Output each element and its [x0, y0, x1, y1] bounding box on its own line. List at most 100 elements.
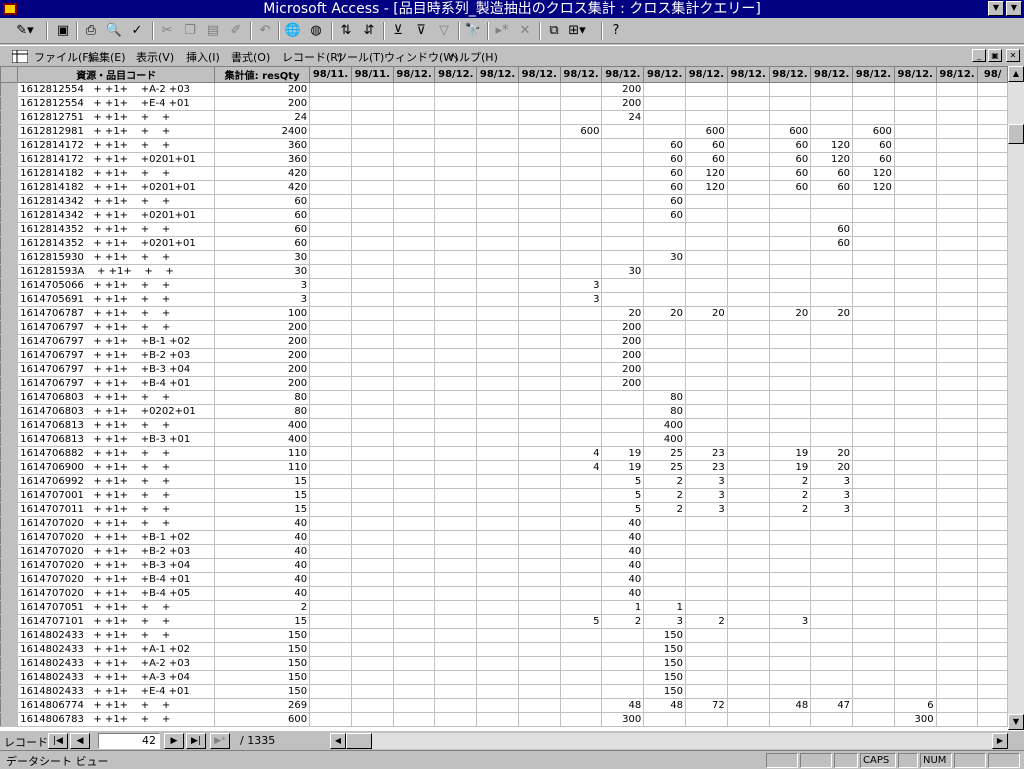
- cell-value[interactable]: [309, 390, 352, 405]
- cell-value[interactable]: [351, 306, 394, 321]
- table-row[interactable]: 1614706797 + +1+ +B-2 +03 200 200: [0, 348, 1008, 363]
- cell-code[interactable]: 1614802433 + +1+ +A-3 +04: [17, 670, 216, 685]
- cell-value[interactable]: [977, 166, 1008, 181]
- cell-value[interactable]: [476, 166, 519, 181]
- cell-value[interactable]: [518, 712, 561, 727]
- cell-value[interactable]: [309, 530, 352, 545]
- cell-value[interactable]: [518, 278, 561, 293]
- cell-value[interactable]: [852, 96, 895, 111]
- cell-value[interactable]: 120: [852, 180, 895, 195]
- cell-value[interactable]: [685, 670, 728, 685]
- cell-value[interactable]: [894, 628, 937, 643]
- table-row[interactable]: 1614707020 + +1+ + +40 40: [0, 516, 1008, 531]
- table-row[interactable]: 1614706900 + +1+ + +110 4 19 25 23 19 20: [0, 460, 1008, 475]
- cell-value[interactable]: 60: [810, 180, 854, 195]
- cell-value[interactable]: [769, 586, 812, 601]
- cell-value[interactable]: [894, 572, 937, 587]
- cell-value[interactable]: [810, 418, 854, 433]
- cell-value[interactable]: [351, 488, 394, 503]
- cell-value[interactable]: [518, 460, 561, 475]
- cell-value[interactable]: [936, 474, 979, 489]
- cell-value[interactable]: [810, 670, 854, 685]
- cell-value[interactable]: [476, 152, 519, 167]
- table-row[interactable]: 1612814172 + +1+ +0201+01 360 60 60 60 120 60: [0, 152, 1008, 167]
- cell-value[interactable]: [769, 544, 812, 559]
- cell-value[interactable]: [685, 376, 728, 391]
- cell-value[interactable]: [936, 292, 979, 307]
- cell-value[interactable]: [852, 544, 895, 559]
- cell-value[interactable]: [727, 362, 770, 377]
- cell-value[interactable]: [936, 208, 979, 223]
- cell-value[interactable]: [852, 628, 895, 643]
- cell-value[interactable]: [518, 110, 561, 125]
- cell-value[interactable]: [685, 334, 728, 349]
- table-row[interactable]: 1612814172 + +1+ + +360 60 60 60 120 60: [0, 138, 1008, 153]
- cell-value[interactable]: [476, 670, 519, 685]
- cell-value[interactable]: [894, 670, 937, 685]
- cell-value[interactable]: [769, 600, 812, 615]
- cell-value[interactable]: [936, 250, 979, 265]
- cell-value[interactable]: [434, 250, 478, 265]
- cell-value[interactable]: [518, 670, 561, 685]
- cell-value[interactable]: [727, 138, 770, 153]
- cell-value[interactable]: [977, 320, 1008, 335]
- cell-value[interactable]: [434, 516, 478, 531]
- cell-value[interactable]: [518, 390, 561, 405]
- cell-value[interactable]: [476, 446, 519, 461]
- row-selector[interactable]: [0, 418, 19, 433]
- cell-value[interactable]: 25: [643, 460, 686, 475]
- cell-value[interactable]: [727, 446, 770, 461]
- save-icon[interactable]: ▣: [52, 21, 74, 42]
- cell-value[interactable]: [894, 82, 937, 97]
- table-row[interactable]: 1612815930 + +1+ + +30 30: [0, 250, 1008, 265]
- cell-value[interactable]: [643, 320, 686, 335]
- cell-code[interactable]: 1612812554 + +1+ +E-4 +01: [17, 96, 216, 111]
- cell-value[interactable]: [894, 222, 937, 237]
- vertical-scroll-thumb[interactable]: [1008, 124, 1024, 144]
- row-selector[interactable]: [0, 628, 19, 643]
- row-selector[interactable]: [0, 432, 19, 447]
- cell-value[interactable]: [351, 180, 394, 195]
- cell-value[interactable]: [977, 586, 1008, 601]
- cell-value[interactable]: [601, 194, 645, 209]
- cell-value[interactable]: [727, 614, 770, 629]
- cell-value[interactable]: [894, 362, 937, 377]
- cell-value[interactable]: [977, 306, 1008, 321]
- cell-total[interactable]: 100: [214, 306, 311, 321]
- cell-value[interactable]: [393, 432, 436, 447]
- cell-value[interactable]: [476, 194, 519, 209]
- cell-value[interactable]: [685, 516, 728, 531]
- cell-value[interactable]: [977, 544, 1008, 559]
- cell-value[interactable]: [727, 516, 770, 531]
- cell-value[interactable]: [309, 418, 352, 433]
- cell-value[interactable]: [685, 348, 728, 363]
- cell-value[interactable]: [601, 292, 645, 307]
- cell-value[interactable]: [351, 544, 394, 559]
- cell-value[interactable]: [476, 208, 519, 223]
- cell-value[interactable]: [936, 166, 979, 181]
- cell-value[interactable]: [434, 530, 478, 545]
- menu-help[interactable]: ヘルプ(H): [448, 49, 498, 65]
- table-row[interactable]: 1614707001 + +1+ + +15 5 2 3 2 3: [0, 488, 1008, 503]
- cell-value[interactable]: 48: [643, 698, 686, 713]
- cell-value[interactable]: [894, 236, 937, 251]
- table-row[interactable]: 1614802433 + +1+ +A-1 +02 150 150: [0, 642, 1008, 657]
- cell-value[interactable]: [434, 96, 478, 111]
- cell-value[interactable]: [894, 642, 937, 657]
- cell-value[interactable]: [476, 180, 519, 195]
- table-row[interactable]: 1614707020 + +1+ +B-2 +03 40 40: [0, 544, 1008, 559]
- cell-value[interactable]: [810, 614, 854, 629]
- cell-code[interactable]: 1612814172 + +1+ +0201+01: [17, 152, 216, 167]
- cell-value[interactable]: [936, 264, 979, 279]
- cell-value[interactable]: [309, 712, 352, 727]
- cell-value[interactable]: [894, 404, 937, 419]
- cell-value[interactable]: 72: [685, 698, 728, 713]
- cell-value[interactable]: [518, 558, 561, 573]
- cell-value[interactable]: [518, 656, 561, 671]
- cell-value[interactable]: [936, 628, 979, 643]
- cell-code[interactable]: 1614706882 + +1+ + +: [17, 446, 216, 461]
- cell-value[interactable]: [434, 404, 478, 419]
- cell-value[interactable]: [351, 152, 394, 167]
- cell-value[interactable]: [393, 278, 436, 293]
- cell-code[interactable]: 1612814342 + +1+ +0201+01: [17, 208, 216, 223]
